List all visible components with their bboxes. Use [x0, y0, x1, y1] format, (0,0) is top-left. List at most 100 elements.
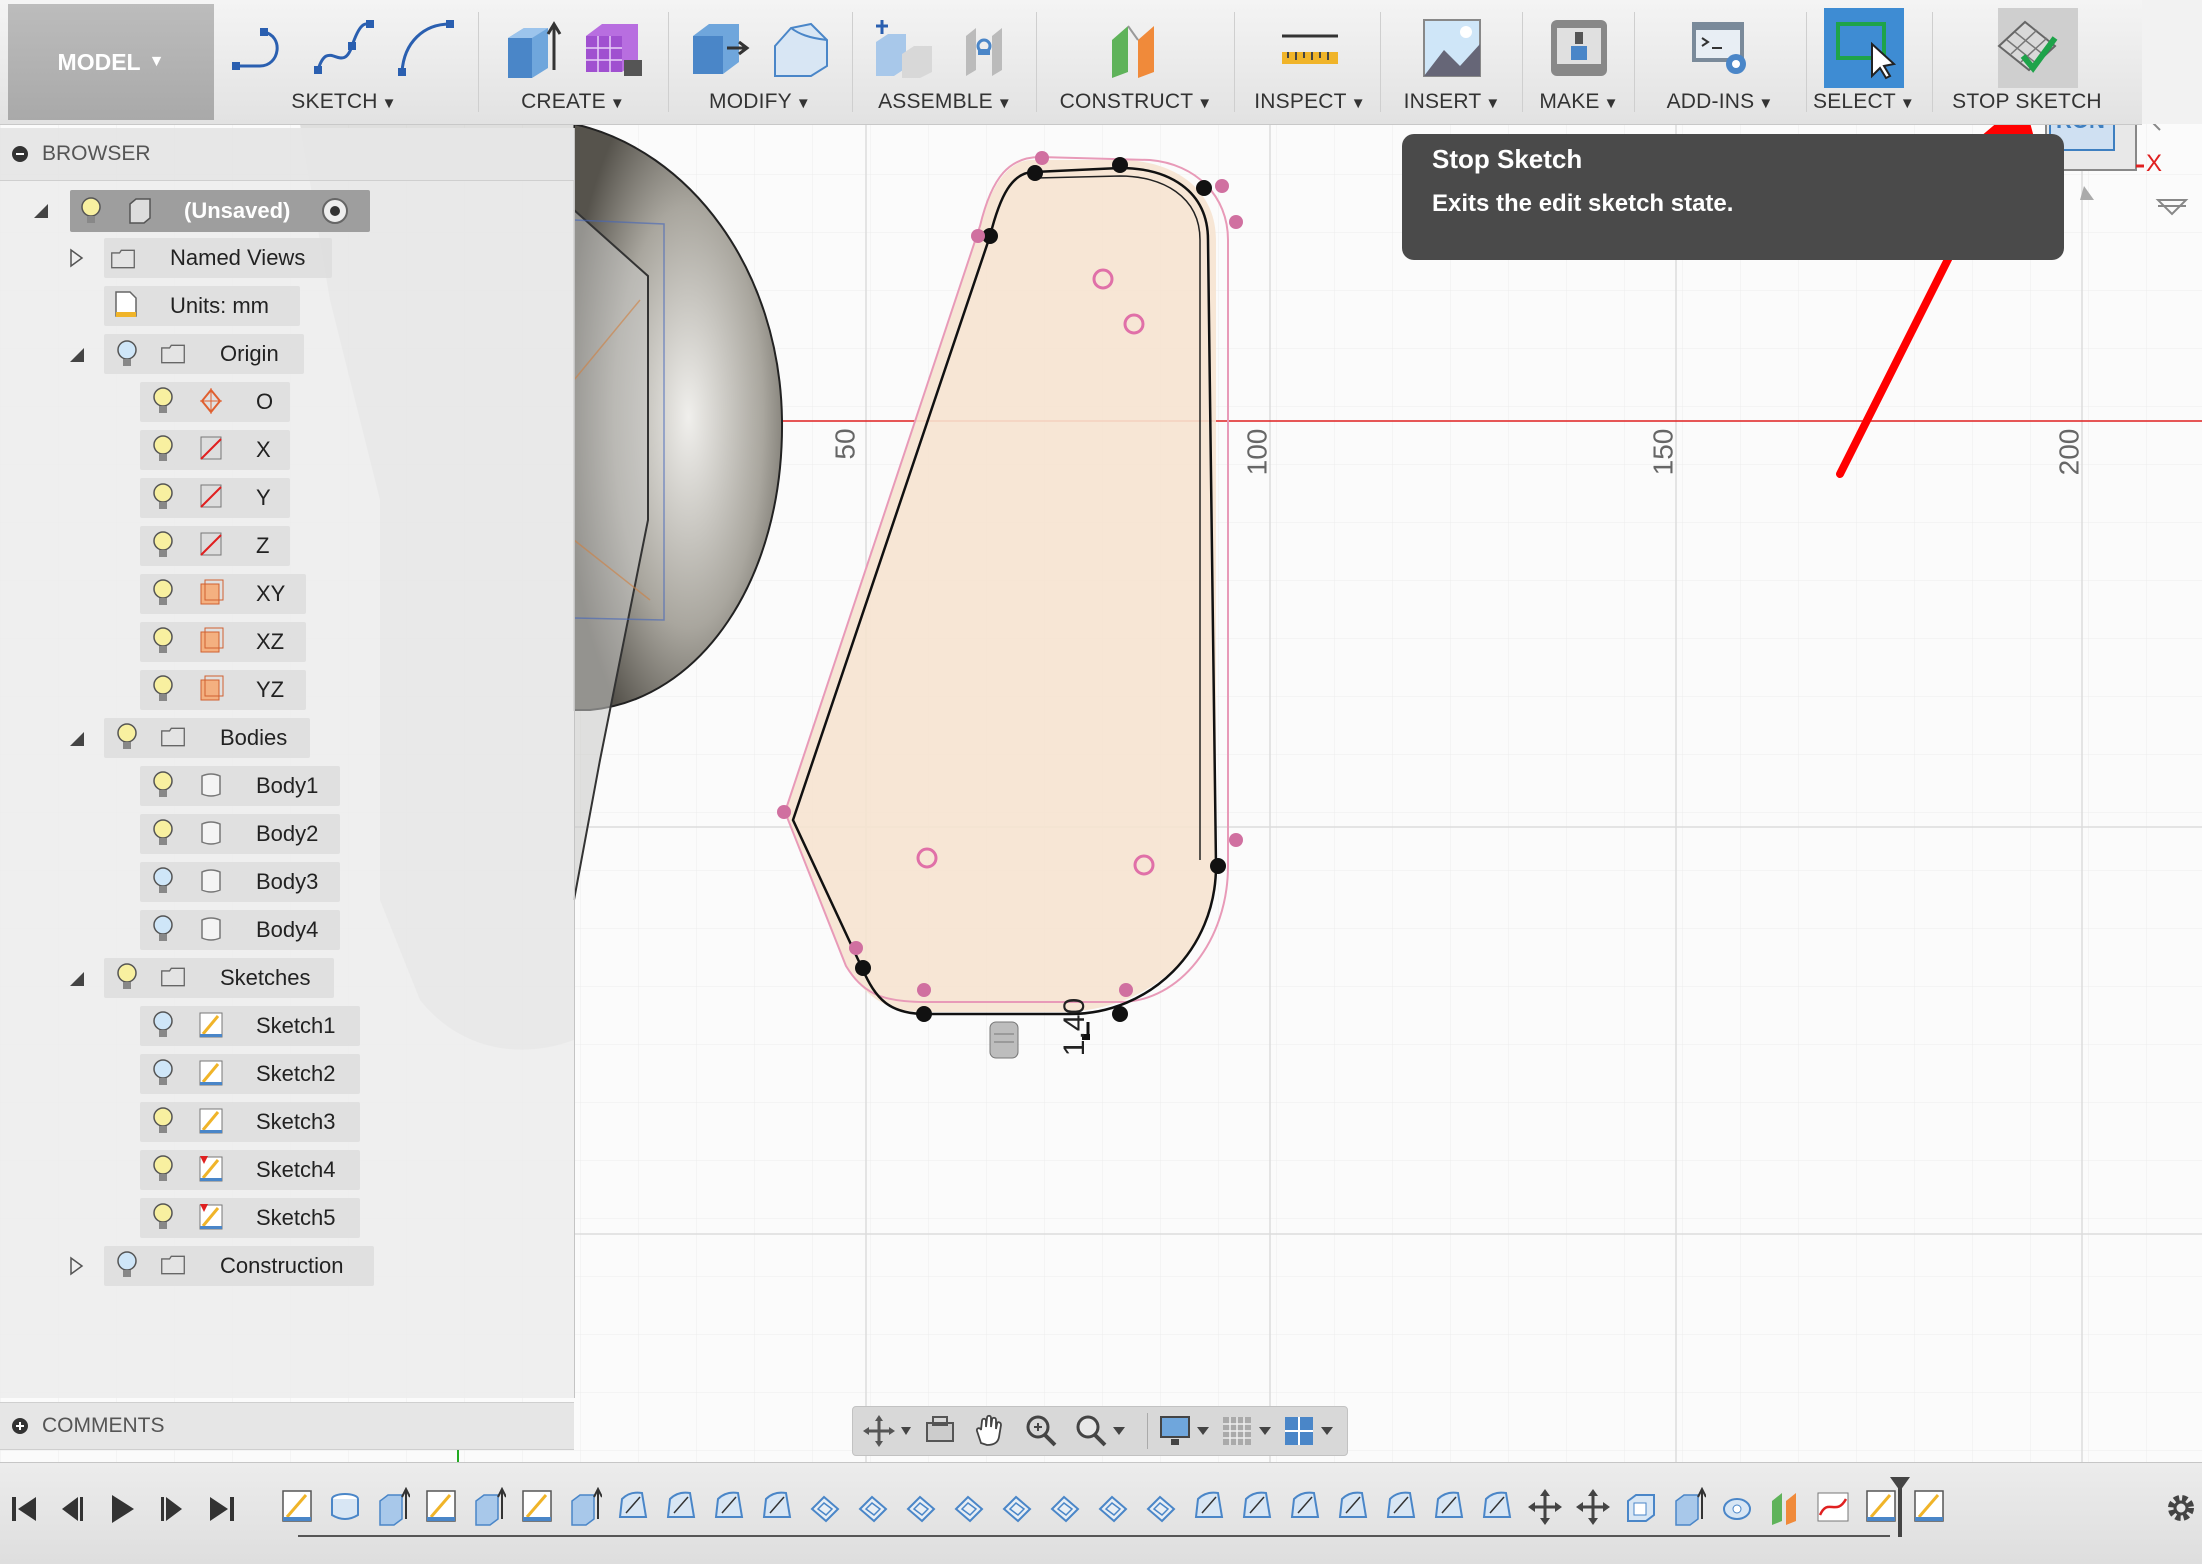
look-at-icon[interactable] — [923, 1413, 959, 1449]
lightbulb-icon[interactable] — [114, 1250, 140, 1280]
timeline-shell-icon[interactable] — [952, 1487, 986, 1527]
root-component-label[interactable]: (Unsaved) — [184, 191, 290, 231]
sketch-group[interactable]: SKETCH ▼ — [226, 0, 462, 124]
dimension-label[interactable]: 1.40 — [1058, 998, 1092, 1056]
body1-label[interactable]: Body1 — [256, 766, 318, 806]
timeline-fillet-icon[interactable] — [760, 1487, 794, 1527]
assemble-group[interactable]: ASSEMBLE ▼ — [856, 0, 1034, 124]
lightbulb-icon[interactable] — [114, 339, 140, 369]
lightbulb-icon[interactable] — [150, 626, 176, 656]
make-group[interactable]: MAKE ▼ — [1526, 0, 1632, 124]
create-group[interactable]: CREATE ▼ — [482, 0, 664, 124]
press-pull-icon[interactable] — [687, 16, 751, 80]
lightbulb-icon[interactable] — [150, 434, 176, 464]
scripts-icon[interactable] — [1688, 16, 1752, 80]
timeline-extrude-icon[interactable] — [1672, 1487, 1706, 1527]
line-icon[interactable] — [230, 16, 294, 80]
go-to-start-icon[interactable] — [8, 1491, 40, 1527]
timeline-move-icon[interactable] — [1528, 1487, 1562, 1527]
timeline-shell-icon[interactable] — [1144, 1487, 1178, 1527]
origin-y-label[interactable]: Y — [256, 478, 271, 518]
lightbulb-icon[interactable] — [150, 1058, 176, 1088]
workspace-switcher[interactable]: MODEL ▼ — [8, 4, 214, 120]
lightbulb-icon[interactable] — [150, 674, 176, 704]
zoom-window-icon[interactable] — [1073, 1413, 1133, 1449]
lightbulb-icon[interactable] — [150, 770, 176, 800]
stop-sketch-group[interactable]: STOP SKETCH — [1942, 0, 2112, 124]
collapse-icon[interactable] — [12, 146, 28, 162]
zoom-icon[interactable] — [1023, 1413, 1059, 1449]
select-icon[interactable] — [1832, 16, 1896, 80]
lightbulb-icon[interactable] — [150, 1154, 176, 1184]
origin-x-label[interactable]: X — [256, 430, 271, 470]
timeline-sketch-icon[interactable] — [1912, 1487, 1946, 1527]
timeline-sketch-icon[interactable] — [1864, 1487, 1898, 1527]
timeline-fillet-icon[interactable] — [1480, 1487, 1514, 1527]
body3-label[interactable]: Body3 — [256, 862, 318, 902]
expand-triangle-icon[interactable] — [32, 202, 50, 220]
origin-label[interactable]: Origin — [220, 334, 279, 374]
named-views-label[interactable]: Named Views — [170, 238, 305, 278]
lightbulb-icon[interactable] — [114, 962, 140, 992]
timeline-shell-icon[interactable] — [1096, 1487, 1130, 1527]
activate-radio-icon[interactable] — [320, 196, 350, 226]
timeline-marker[interactable] — [1890, 1477, 1910, 1537]
measure-icon[interactable] — [1278, 16, 1342, 80]
timeline-shell-icon[interactable] — [1000, 1487, 1034, 1527]
timeline-plane-icon[interactable] — [1768, 1487, 1802, 1527]
lightbulb-icon[interactable] — [150, 482, 176, 512]
orbit-icon[interactable] — [863, 1413, 913, 1449]
sketch4-label[interactable]: Sketch4 — [256, 1150, 336, 1190]
joint-icon[interactable] — [954, 16, 1018, 80]
expand-triangle-icon[interactable] — [68, 970, 86, 988]
gear-icon[interactable] — [2164, 1491, 2198, 1525]
lightbulb-icon[interactable] — [150, 530, 176, 560]
timeline-fillet-icon[interactable] — [1240, 1487, 1274, 1527]
lightbulb-icon[interactable] — [150, 818, 176, 848]
timeline-fillet-icon[interactable] — [1192, 1487, 1226, 1527]
lightbulb-icon[interactable] — [78, 196, 104, 226]
sketch2-label[interactable]: Sketch2 — [256, 1054, 336, 1094]
timeline-fillet-icon[interactable] — [1432, 1487, 1466, 1527]
origin-yz-label[interactable]: YZ — [256, 670, 284, 710]
units-label[interactable]: Units: mm — [170, 286, 269, 326]
timeline-sketch-icon[interactable] — [280, 1487, 314, 1527]
spline-icon[interactable] — [312, 16, 376, 80]
timeline-curve-icon[interactable] — [1816, 1487, 1850, 1527]
expand-icon[interactable] — [12, 1418, 28, 1434]
body4-label[interactable]: Body4 — [256, 910, 318, 950]
body2-label[interactable]: Body2 — [256, 814, 318, 854]
timeline-fillet-icon[interactable] — [1384, 1487, 1418, 1527]
origin-xy-label[interactable]: XY — [256, 574, 285, 614]
timeline-sketch-icon[interactable] — [424, 1487, 458, 1527]
browser-header[interactable]: BROWSER — [0, 128, 574, 181]
sketch3-label[interactable]: Sketch3 — [256, 1102, 336, 1142]
collapsed-triangle-icon[interactable] — [68, 248, 84, 268]
timeline-shell-icon[interactable] — [808, 1487, 842, 1527]
step-forward-icon[interactable] — [156, 1491, 188, 1527]
timeline-shell-icon[interactable] — [1048, 1487, 1082, 1527]
new-component-icon[interactable] — [872, 16, 936, 80]
lightbulb-icon[interactable] — [150, 866, 176, 896]
sketch5-label[interactable]: Sketch5 — [256, 1198, 336, 1238]
sketch1-label[interactable]: Sketch1 — [256, 1006, 336, 1046]
timeline-extrude-icon[interactable] — [568, 1487, 602, 1527]
timeline-fillet-icon[interactable] — [616, 1487, 650, 1527]
origin-z-label[interactable]: Z — [256, 526, 269, 566]
step-back-icon[interactable] — [56, 1491, 88, 1527]
fillet-icon[interactable] — [769, 16, 833, 80]
lightbulb-icon[interactable] — [114, 722, 140, 752]
timeline-fillet-icon[interactable] — [1336, 1487, 1370, 1527]
lightbulb-icon[interactable] — [150, 578, 176, 608]
play-icon[interactable] — [106, 1491, 138, 1527]
lightbulb-icon[interactable] — [150, 914, 176, 944]
viewports-icon[interactable] — [1283, 1413, 1343, 1449]
insert-group[interactable]: INSERT ▼ — [1384, 0, 1520, 124]
extrude-icon[interactable] — [500, 16, 564, 80]
insert-image-icon[interactable] — [1420, 16, 1484, 80]
modify-group[interactable]: MODIFY ▼ — [672, 0, 848, 124]
timeline-fillet-icon[interactable] — [664, 1487, 698, 1527]
timeline-shell-icon[interactable] — [856, 1487, 890, 1527]
lightbulb-icon[interactable] — [150, 1202, 176, 1232]
origin-o-label[interactable]: O — [256, 382, 273, 422]
